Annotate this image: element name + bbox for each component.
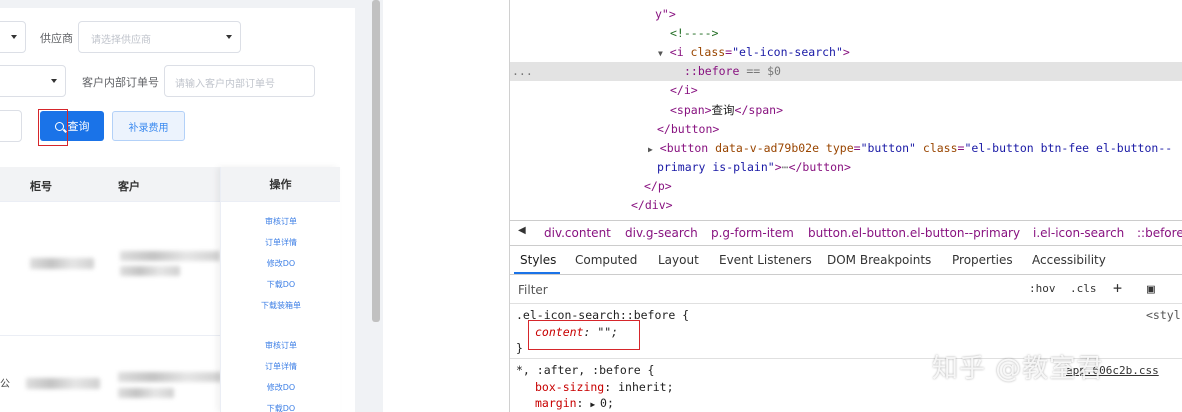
filter-select-2[interactable] bbox=[0, 65, 66, 97]
new-rule-button[interactable]: + bbox=[1113, 279, 1122, 297]
link-review-order[interactable]: 审核订单 bbox=[221, 216, 341, 227]
property-name: box-sizing bbox=[535, 380, 605, 394]
css-declaration[interactable]: margin: ▶ 0; bbox=[535, 396, 614, 410]
code-text: <!----> bbox=[670, 26, 719, 40]
property-value: 0; bbox=[600, 396, 614, 410]
code-text: </p> bbox=[644, 179, 672, 193]
selector-text: *, :after, :before { bbox=[516, 363, 655, 377]
breadcrumb-item[interactable]: p.g-form-item bbox=[711, 226, 794, 240]
code-text: y"> bbox=[655, 7, 676, 21]
highlight-box-search-icon bbox=[38, 109, 68, 146]
css-declaration[interactable]: box-sizing: inherit; bbox=[535, 380, 674, 394]
tab-dom-breakpoints[interactable]: DOM Breakpoints bbox=[827, 253, 931, 267]
code-line-i-element[interactable]: ▼ <i class="el-icon-search"> bbox=[658, 45, 850, 59]
blurred-customer-2 bbox=[120, 266, 180, 276]
search-button-label: 查询 bbox=[67, 120, 90, 133]
column-header-actions: 操作 bbox=[221, 167, 340, 202]
code-line[interactable]: </div> bbox=[631, 198, 673, 212]
filter-select-1[interactable] bbox=[0, 21, 26, 53]
watermark: 知乎 @教室君 bbox=[932, 354, 1104, 384]
link-download-do[interactable]: 下载DO bbox=[221, 279, 341, 290]
page-scrollbar[interactable] bbox=[372, 0, 380, 322]
expand-triangle-icon[interactable]: ▼ bbox=[658, 49, 663, 58]
chevron-down-icon bbox=[51, 79, 57, 83]
code-line[interactable]: </p> bbox=[644, 179, 672, 193]
breadcrumb-item[interactable]: div.content bbox=[544, 226, 611, 240]
more-dots-icon[interactable]: ... bbox=[512, 64, 533, 78]
blurred-container-no bbox=[30, 258, 94, 269]
expand-triangle-icon[interactable]: ▶ bbox=[590, 400, 600, 409]
blurred-customer-4 bbox=[118, 388, 174, 398]
filter-input[interactable]: Filter bbox=[518, 283, 548, 297]
link-download-packing-list[interactable]: 下载装箱单 bbox=[221, 300, 341, 311]
tab-layout[interactable]: Layout bbox=[658, 253, 699, 267]
link-edit-do[interactable]: 修改DO bbox=[221, 258, 341, 269]
active-tab-indicator bbox=[514, 272, 560, 274]
css-rule-source[interactable]: <styl bbox=[1146, 308, 1181, 322]
breadcrumb-item[interactable]: div.g-search bbox=[625, 226, 698, 240]
breadcrumb-item[interactable]: ::before bbox=[1137, 226, 1182, 240]
tab-accessibility[interactable]: Accessibility bbox=[1032, 253, 1106, 267]
blurred-container-no-2 bbox=[26, 378, 100, 389]
link-order-detail[interactable]: 订单详情 bbox=[221, 361, 341, 372]
breadcrumb-item[interactable]: button.el-button.el-button--primary bbox=[808, 226, 1020, 240]
cls-toggle[interactable]: .cls bbox=[1070, 282, 1097, 295]
expand-triangle-icon[interactable]: ▶ bbox=[648, 145, 653, 154]
supplement-fee-label: 补录费用 bbox=[128, 122, 169, 134]
link-edit-do[interactable]: 修改DO bbox=[221, 382, 341, 393]
styles-filter-bar: Filter :hov .cls + ▣ bbox=[510, 276, 1182, 304]
supplement-fee-button[interactable]: 补录费用 bbox=[112, 111, 185, 141]
link-download-do[interactable]: 下载DO bbox=[221, 403, 341, 412]
code-line[interactable]: </i> bbox=[670, 83, 698, 97]
code-line[interactable]: y"> bbox=[655, 7, 676, 21]
link-review-order[interactable]: 审核订单 bbox=[221, 340, 341, 351]
breadcrumb: ◀ div.content div.g-search p.g-form-item… bbox=[510, 220, 1182, 246]
code-text: </div> bbox=[631, 198, 673, 212]
property-value: inherit; bbox=[618, 380, 674, 394]
dots-text: ... bbox=[512, 64, 533, 78]
breadcrumb-item[interactable]: i.el-icon-search bbox=[1033, 226, 1124, 240]
code-line-before[interactable]: ::before == $0 bbox=[684, 64, 781, 78]
tab-styles[interactable]: Styles bbox=[520, 253, 556, 267]
code-text: </button> bbox=[657, 122, 720, 136]
supplier-select[interactable]: 请选择供应商 bbox=[78, 21, 241, 53]
property-name: margin bbox=[535, 396, 577, 410]
blurred-customer-3 bbox=[118, 372, 222, 382]
column-header-container-no: 柜号 bbox=[30, 180, 52, 193]
code-line[interactable]: primary is-plain">⋯</button> bbox=[657, 160, 851, 174]
supplier-label: 供应商 bbox=[40, 32, 73, 45]
tab-properties[interactable]: Properties bbox=[952, 253, 1013, 267]
computed-styles-icon[interactable]: ▣ bbox=[1147, 282, 1155, 297]
styles-tab-bar: Styles Computed Layout Event Listeners D… bbox=[510, 247, 1182, 275]
code-line[interactable]: <!----> bbox=[670, 26, 718, 40]
supplier-placeholder: 请选择供应商 bbox=[91, 35, 151, 46]
customer-order-input[interactable]: 请输入客户内部订单号 bbox=[164, 65, 315, 97]
partial-row-text: 公 bbox=[0, 379, 10, 390]
screenshot-root: 供应商 请选择供应商 客户内部订单号 请输入客户内部订单号 查询 补录费用 柜号… bbox=[0, 0, 1182, 412]
code-text: </i> bbox=[670, 83, 698, 97]
selected-node-highlight bbox=[510, 62, 1182, 81]
hov-toggle[interactable]: :hov bbox=[1029, 282, 1056, 295]
blurred-customer bbox=[120, 251, 220, 261]
tab-event-listeners[interactable]: Event Listeners bbox=[719, 253, 812, 267]
customer-order-label: 客户内部订单号 bbox=[82, 76, 159, 89]
chevron-left-icon[interactable]: ◀ bbox=[518, 225, 526, 236]
actions-column: 操作 审核订单 订单详情 修改DO 下载DO 下载装箱单 审核订单 订单详情 修… bbox=[220, 167, 340, 412]
column-header-customer: 客户 bbox=[118, 180, 140, 193]
code-line-button-fee[interactable]: ▶ <button data-v-ad79b02e type="button" … bbox=[648, 141, 1172, 155]
highlight-box-content bbox=[528, 320, 640, 350]
blank-area bbox=[383, 0, 510, 412]
link-order-detail[interactable]: 订单详情 bbox=[221, 237, 341, 248]
css-rule-selector[interactable]: *, :after, :before { bbox=[516, 363, 654, 377]
customer-order-placeholder: 请输入客户内部订单号 bbox=[175, 79, 275, 90]
chevron-down-icon bbox=[11, 35, 17, 39]
chevron-down-icon bbox=[226, 35, 232, 39]
code-line[interactable]: </button> bbox=[657, 122, 719, 136]
css-rule-close: } bbox=[516, 341, 523, 355]
app-pane: 供应商 请选择供应商 客户内部订单号 请输入客户内部订单号 查询 补录费用 柜号… bbox=[0, 0, 383, 412]
tab-computed[interactable]: Computed bbox=[575, 253, 637, 267]
code-line-span[interactable]: <span>查询</span> bbox=[670, 102, 783, 118]
partial-input[interactable] bbox=[0, 110, 22, 142]
